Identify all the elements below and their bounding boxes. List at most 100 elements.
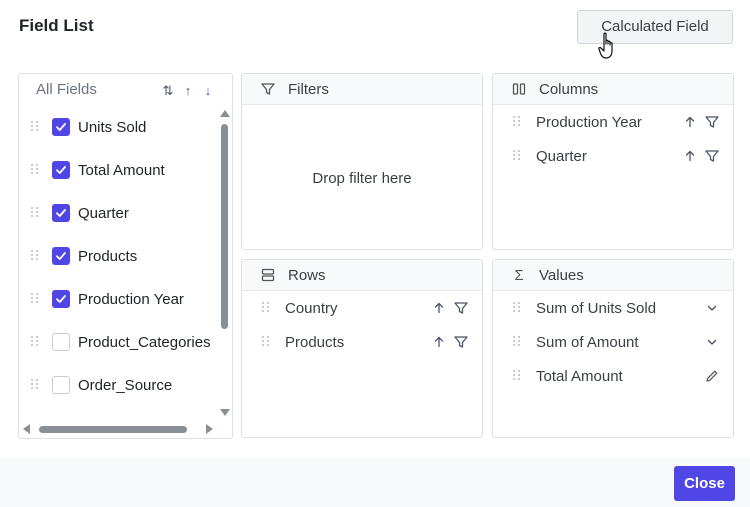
all-fields-label: All Fields (36, 81, 97, 98)
field-checkbox[interactable] (52, 333, 70, 351)
sort-controls: ⇅ ↑ ↓ (162, 83, 214, 99)
field-checkbox[interactable] (52, 290, 70, 308)
drag-handle-icon[interactable] (262, 302, 270, 314)
field-label: Product_Categories (78, 333, 211, 351)
filters-label: Filters (288, 80, 329, 98)
chevron-down-icon[interactable] (705, 301, 719, 315)
field-list-item[interactable]: Units Sold (19, 112, 219, 142)
drag-handle-icon[interactable] (513, 116, 521, 128)
rows-label: Rows (288, 266, 326, 284)
field-label: Production Year (78, 290, 184, 308)
scroll-up-icon[interactable] (220, 110, 230, 117)
values-item-label: Sum of Amount (536, 333, 639, 351)
dialog-title: Field List (19, 16, 94, 35)
sort-ascending-icon[interactable] (683, 149, 697, 163)
sort-descending-icon[interactable]: ↓ (202, 83, 214, 99)
field-list-item[interactable]: Total Amount (19, 155, 219, 185)
field-label: Units Sold (78, 118, 147, 136)
rows-item[interactable]: Products (242, 327, 482, 357)
columns-item-label: Production Year (536, 113, 642, 131)
values-item[interactable]: Sum of Units Sold (493, 293, 733, 323)
rows-item-actions (432, 301, 468, 315)
rows-item-label: Country (285, 299, 338, 317)
close-button[interactable]: Close (674, 466, 735, 501)
field-list-dialog: Field List Calculated Field All Fields ⇅… (0, 0, 750, 507)
drag-handle-icon[interactable] (31, 293, 39, 305)
columns-item-actions (683, 149, 719, 163)
field-label: Total Amount (78, 161, 165, 179)
field-checkbox[interactable] (52, 161, 70, 179)
drag-handle-icon[interactable] (31, 164, 39, 176)
rows-icon (260, 267, 276, 283)
columns-label: Columns (539, 80, 599, 98)
field-list-item[interactable]: Quarter (19, 198, 219, 228)
field-list-item[interactable]: Products (19, 241, 219, 271)
columns-item[interactable]: Quarter (493, 141, 733, 171)
values-zone[interactable]: Σ Values Sum of Units Sold Sum of Amount T… (492, 259, 734, 438)
rows-item-label: Products (285, 333, 345, 351)
filters-header: Filters (242, 74, 482, 105)
values-item-actions (705, 335, 719, 349)
sigma-icon: Σ (514, 266, 524, 284)
values-item[interactable]: Total Amount (493, 361, 733, 391)
drag-handle-icon[interactable] (31, 207, 39, 219)
columns-item-label: Quarter (536, 147, 587, 165)
values-label: Values (539, 266, 584, 284)
rows-item[interactable]: Country (242, 293, 482, 323)
drag-handle-icon[interactable] (513, 150, 521, 162)
sort-ascending-icon[interactable] (683, 115, 697, 129)
rows-item-actions (432, 335, 468, 349)
drag-handle-icon[interactable] (262, 336, 270, 348)
columns-icon (511, 81, 527, 97)
field-label: Quarter (78, 204, 129, 222)
values-item-actions (705, 301, 719, 315)
scroll-right-icon[interactable] (206, 424, 213, 434)
drag-handle-icon[interactable] (513, 336, 521, 348)
drag-handle-icon[interactable] (31, 336, 39, 348)
filter-drop-placeholder: Drop filter here (312, 170, 412, 187)
filters-zone[interactable]: Filters Drop filter here (241, 73, 483, 250)
values-header: Σ Values (493, 260, 733, 291)
field-label: Order_Source (78, 376, 173, 394)
filter-icon[interactable] (454, 335, 468, 349)
vertical-scrollbar[interactable] (218, 108, 232, 420)
sort-toggle-icon[interactable]: ⇅ (162, 83, 174, 99)
columns-header: Columns (493, 74, 733, 105)
edit-icon[interactable] (705, 369, 719, 383)
sort-ascending-icon[interactable] (432, 335, 446, 349)
sort-ascending-icon[interactable]: ↑ (182, 83, 194, 99)
field-checkbox[interactable] (52, 118, 70, 136)
field-checkbox[interactable] (52, 247, 70, 265)
rows-zone[interactable]: Rows Country Products (241, 259, 483, 438)
scroll-left-icon[interactable] (23, 424, 30, 434)
vertical-scroll-thumb[interactable] (221, 124, 228, 329)
rows-header: Rows (242, 260, 482, 291)
field-checkbox[interactable] (52, 376, 70, 394)
field-checkbox[interactable] (52, 204, 70, 222)
drag-handle-icon[interactable] (513, 302, 521, 314)
field-list-item[interactable]: Product_Categories (19, 327, 219, 357)
all-fields-panel: All Fields ⇅ ↑ ↓ Units Sold Total Amount Q… (18, 73, 233, 439)
sort-ascending-icon[interactable] (432, 301, 446, 315)
chevron-down-icon[interactable] (705, 335, 719, 349)
columns-item[interactable]: Production Year (493, 107, 733, 137)
field-list-item[interactable]: Production Year (19, 284, 219, 314)
drag-handle-icon[interactable] (513, 370, 521, 382)
values-item-label: Sum of Units Sold (536, 299, 657, 317)
filter-icon (260, 81, 276, 97)
drag-handle-icon[interactable] (31, 121, 39, 133)
filter-icon[interactable] (705, 149, 719, 163)
values-item[interactable]: Sum of Amount (493, 327, 733, 357)
hand-cursor-icon (598, 32, 613, 59)
horizontal-scroll-thumb[interactable] (39, 426, 187, 433)
columns-item-actions (683, 115, 719, 129)
drag-handle-icon[interactable] (31, 379, 39, 391)
filter-icon[interactable] (454, 301, 468, 315)
field-list-item[interactable]: Order_Source (19, 370, 219, 400)
horizontal-scrollbar[interactable] (21, 422, 217, 436)
filter-icon[interactable] (705, 115, 719, 129)
scroll-down-icon[interactable] (220, 409, 230, 416)
field-label: Products (78, 247, 138, 265)
columns-zone[interactable]: Columns Production Year Quarter (492, 73, 734, 250)
drag-handle-icon[interactable] (31, 250, 39, 262)
